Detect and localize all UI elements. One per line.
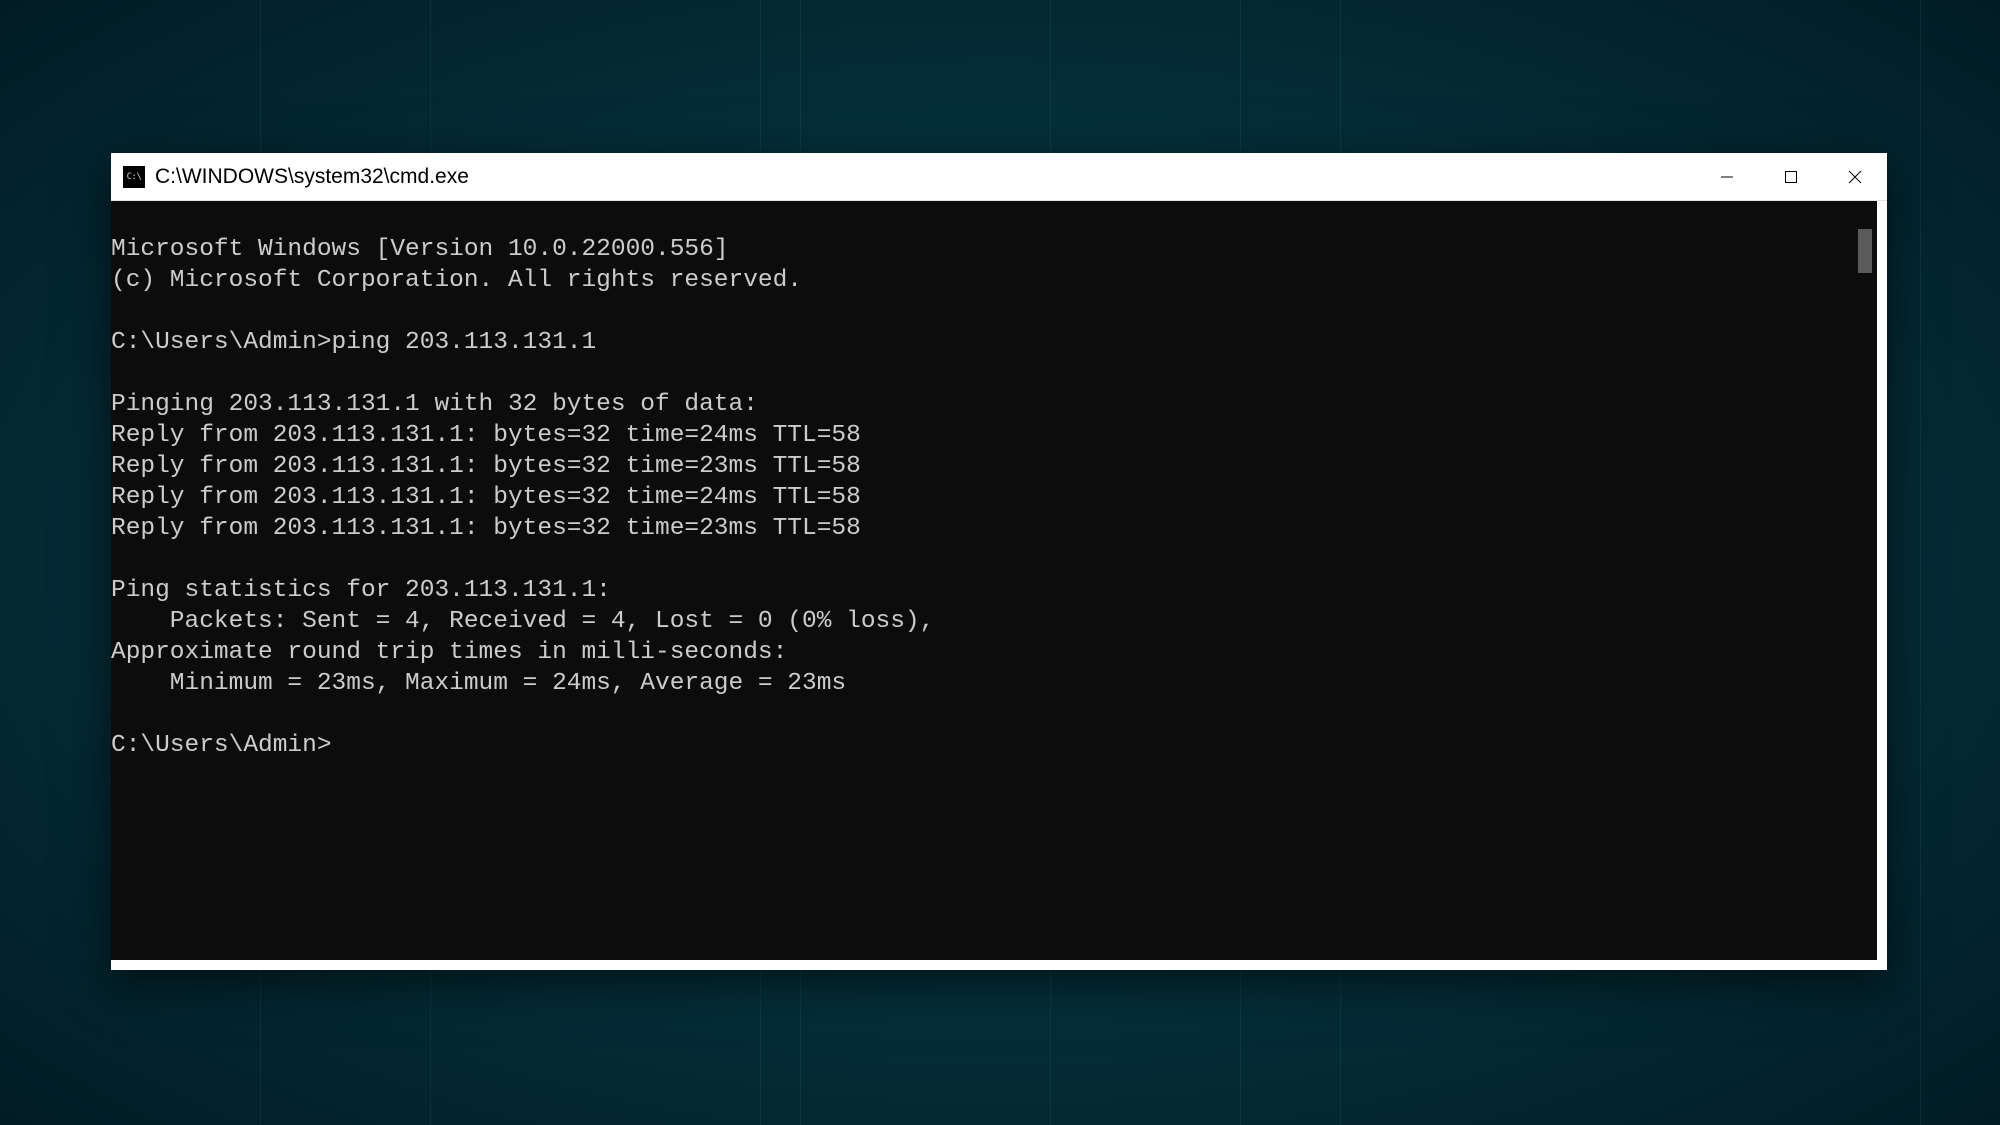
terminal-area: Microsoft Windows [Version 10.0.22000.55… xyxy=(111,201,1877,960)
window-controls xyxy=(1695,153,1887,200)
window-title: C:\WINDOWS\system32\cmd.exe xyxy=(155,165,1695,189)
scrollbar-thumb[interactable] xyxy=(1858,229,1872,273)
terminal-line: Reply from 203.113.131.1: bytes=32 time=… xyxy=(111,453,861,480)
terminal-line: C:\Users\Admin>ping 203.113.131.1 xyxy=(111,329,596,356)
terminal-line: C:\Users\Admin> xyxy=(111,732,332,759)
terminal-line: Packets: Sent = 4, Received = 4, Lost = … xyxy=(111,608,934,635)
terminal-line: Approximate round trip times in milli-se… xyxy=(111,639,787,666)
terminal-line: Minimum = 23ms, Maximum = 24ms, Average … xyxy=(111,670,846,697)
minimize-icon xyxy=(1720,170,1734,184)
scrollbar[interactable] xyxy=(1855,201,1877,960)
close-button[interactable] xyxy=(1823,153,1887,200)
minimize-button[interactable] xyxy=(1695,153,1759,200)
terminal-line: Ping statistics for 203.113.131.1: xyxy=(111,577,611,604)
wallpaper-streak xyxy=(1920,0,1921,1125)
terminal-line: Pinging 203.113.131.1 with 32 bytes of d… xyxy=(111,391,758,418)
maximize-icon xyxy=(1784,170,1798,184)
cmd-icon: C:\ xyxy=(123,166,145,188)
terminal-line: Reply from 203.113.131.1: bytes=32 time=… xyxy=(111,422,861,449)
close-icon xyxy=(1848,170,1862,184)
terminal-output[interactable]: Microsoft Windows [Version 10.0.22000.55… xyxy=(111,201,1855,960)
terminal-line: Microsoft Windows [Version 10.0.22000.55… xyxy=(111,236,729,263)
terminal-line: (c) Microsoft Corporation. All rights re… xyxy=(111,267,802,294)
terminal-line: Reply from 203.113.131.1: bytes=32 time=… xyxy=(111,484,861,511)
cmd-window: C:\ C:\WINDOWS\system32\cmd.exe Microsof… xyxy=(111,153,1887,970)
terminal-line: Reply from 203.113.131.1: bytes=32 time=… xyxy=(111,515,861,542)
titlebar[interactable]: C:\ C:\WINDOWS\system32\cmd.exe xyxy=(111,153,1887,201)
maximize-button[interactable] xyxy=(1759,153,1823,200)
